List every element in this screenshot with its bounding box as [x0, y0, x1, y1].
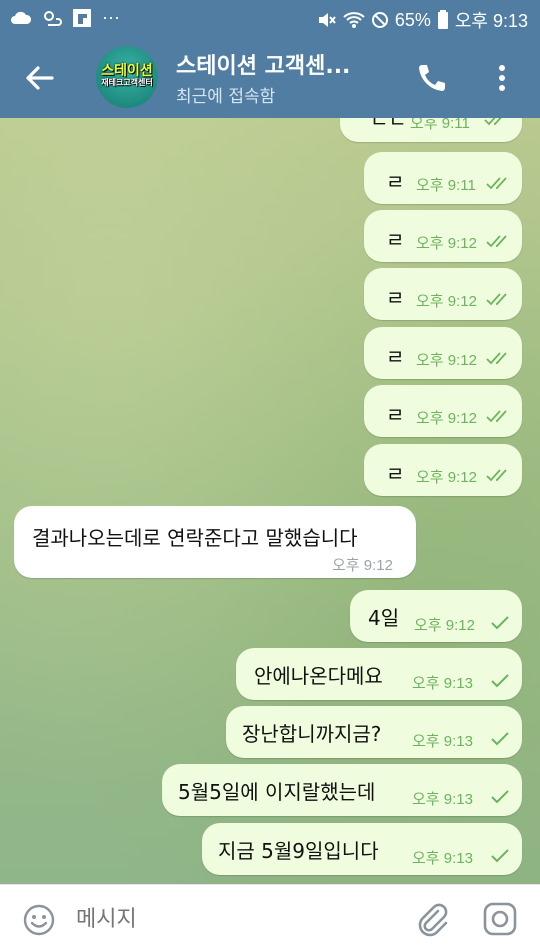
- more-vert-icon[interactable]: [492, 60, 512, 96]
- check-icon: [491, 790, 509, 804]
- message-time: 오후 9:12: [416, 235, 477, 252]
- message-input[interactable]: [74, 901, 398, 937]
- flipboard-icon: [73, 8, 91, 27]
- avatar-logo: 스테이션 재테크고객센터: [101, 63, 153, 89]
- message-text: 장난합니까지금?: [242, 722, 382, 746]
- chat-title[interactable]: 스테이션 고객센...: [176, 48, 386, 80]
- message-time: 오후 9:12: [414, 617, 475, 634]
- message-text: ㄹ: [386, 403, 405, 427]
- double-check-icon: [484, 118, 502, 126]
- message-composer: [0, 884, 540, 949]
- phone-icon[interactable]: [414, 62, 448, 96]
- check-icon: [491, 732, 509, 746]
- attach-icon[interactable]: [414, 901, 450, 937]
- check-icon: [491, 849, 509, 863]
- message-bubble-outgoing[interactable]: ㄹ 오후 9:12: [364, 210, 522, 262]
- message-bubble-outgoing[interactable]: ㄹ 오후 9:12: [364, 385, 522, 437]
- status-bar: ··· 65% 오후 9:13: [0, 0, 540, 36]
- message-time: 오후 9:13: [412, 733, 473, 750]
- message-time: 오후 9:11: [416, 177, 476, 194]
- message-bubble-outgoing[interactable]: ㄹ 오후 9:12: [364, 444, 522, 496]
- message-text: 5월5일에 이지랄했는데: [178, 780, 376, 804]
- instagram-camera-icon[interactable]: [482, 901, 518, 937]
- message-bubble-outgoing[interactable]: 5월5일에 이지랄했는데 오후 9:13: [162, 764, 522, 816]
- message-time: 오후 9:12: [416, 410, 477, 427]
- message-list[interactable]: ㄴㄷ 오후 9:11 ㄹ 오후 9:11 ㄹ 오후 9:12 ㄹ 오후 9:12…: [0, 118, 540, 884]
- message-text: ㄹ: [386, 462, 405, 486]
- message-time: 오후 9:13: [412, 791, 473, 808]
- message-bubble-outgoing[interactable]: 4일 오후 9:12: [350, 590, 522, 642]
- double-check-icon: [486, 352, 507, 365]
- message-bubble-outgoing[interactable]: 안에나온다메요 오후 9:13: [236, 648, 522, 700]
- message-text: ㄹ: [386, 228, 405, 252]
- message-bubble-outgoing[interactable]: 지금 5월9일입니다 오후 9:13: [202, 823, 522, 875]
- message-time: 오후 9:13: [412, 675, 473, 692]
- message-bubble-incoming[interactable]: 결과나오는데로 연락준다고 말했습니다 오후 9:12: [14, 506, 416, 578]
- message-bubble-outgoing[interactable]: ㄹ 오후 9:12: [364, 327, 522, 379]
- back-arrow-icon[interactable]: [22, 60, 58, 96]
- message-bubble-outgoing[interactable]: ㄹ 오후 9:11: [364, 152, 522, 204]
- message-time: 오후 9:12: [332, 557, 393, 574]
- message-text: ㄹ: [386, 170, 405, 194]
- battery-icon: [437, 10, 448, 29]
- message-bubble-outgoing[interactable]: ㄹ 오후 9:12: [364, 268, 522, 320]
- status-dots: ···: [102, 7, 120, 27]
- avatar[interactable]: 스테이션 재테크고객센터: [96, 46, 158, 108]
- avatar-logo-bottom: 재테크고객센터: [101, 78, 153, 87]
- battery-percent: 65%: [394, 9, 431, 30]
- wifi-icon: [343, 12, 365, 28]
- message-time: 오후 9:12: [416, 469, 477, 486]
- message-text: 안에나온다메요: [254, 664, 383, 688]
- weather-icon: [44, 10, 62, 26]
- message-time: 오후 9:12: [416, 352, 477, 369]
- message-text: ㄹ: [386, 286, 405, 310]
- double-check-icon: [486, 235, 507, 248]
- message-text: ㄴㄷ: [370, 118, 407, 132]
- message-time: 오후 9:12: [416, 293, 477, 310]
- message-text: 4일: [368, 606, 400, 630]
- check-icon: [491, 674, 509, 688]
- message-text: ㄹ: [386, 345, 405, 369]
- cloud-icon: [11, 11, 32, 24]
- message-text: 결과나오는데로 연락준다고 말했습니다: [32, 526, 358, 550]
- double-check-icon: [486, 469, 507, 482]
- message-bubble-outgoing[interactable]: ㄴㄷ 오후 9:11: [340, 118, 522, 142]
- check-icon: [491, 616, 509, 630]
- message-bubble-outgoing[interactable]: 장난합니까지금? 오후 9:13: [226, 706, 522, 758]
- last-seen-status: 최근에 접속함: [176, 87, 276, 107]
- mute-icon: [318, 13, 336, 27]
- message-time: 오후 9:13: [412, 850, 473, 867]
- chat-header: 스테이션 재테크고객센터 스테이션 고객센... 최근에 접속함: [0, 36, 540, 118]
- message-time: 오후 9:11: [410, 118, 470, 132]
- message-text: 지금 5월9일입니다: [218, 839, 379, 863]
- no-signal-icon: [371, 12, 388, 28]
- double-check-icon: [486, 177, 507, 190]
- double-check-icon: [486, 293, 507, 306]
- avatar-logo-top: 스테이션: [101, 63, 153, 79]
- emoji-icon[interactable]: [22, 903, 56, 937]
- status-time: 오후 9:13: [454, 11, 528, 31]
- double-check-icon: [486, 410, 507, 423]
